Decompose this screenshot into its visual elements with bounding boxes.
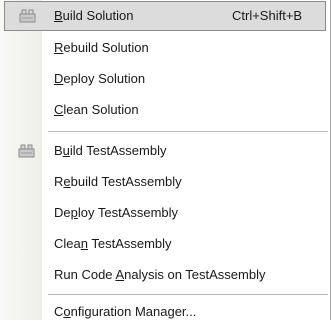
menu-item-label: Build Solution (54, 8, 134, 23)
menu-item-build-solution[interactable]: Build Solution Ctrl+Shift+B (4, 1, 326, 31)
menu-item-label: Clean Solution (54, 102, 139, 117)
build-menu: Build Solution Ctrl+Shift+B Rebuild Solu… (0, 0, 331, 320)
menu-item-label: Configuration Manager... (54, 304, 197, 319)
menu-item-rebuild-testassembly[interactable]: Rebuild TestAssembly (0, 167, 330, 197)
menu-item-clean-solution[interactable]: Clean Solution (0, 95, 330, 125)
menu-separator (48, 131, 328, 132)
menu-item-run-code-analysis[interactable]: Run Code Analysis on TestAssembly (0, 260, 330, 290)
menu-item-clean-testassembly[interactable]: Clean TestAssembly (0, 229, 330, 259)
menu-separator (48, 294, 328, 295)
menu-item-label: Run Code Analysis on TestAssembly (54, 267, 266, 282)
menu-item-label: Deploy TestAssembly (54, 205, 179, 220)
shortcut-text: Ctrl+Shift+B (232, 8, 303, 23)
menu-item-label: Rebuild Solution (54, 40, 149, 55)
build-solution-icon (19, 9, 36, 23)
menu-item-rebuild-solution[interactable]: Rebuild Solution (0, 33, 330, 63)
menu-item-configuration-manager[interactable]: Configuration Manager... (0, 297, 330, 327)
menu-item-build-testassembly[interactable]: Build TestAssembly (0, 136, 330, 166)
menu-item-label: Deploy Solution (54, 71, 146, 86)
menu-item-label: Rebuild TestAssembly (54, 174, 182, 189)
build-project-icon (18, 144, 35, 158)
menu-item-deploy-testassembly[interactable]: Deploy TestAssembly (0, 198, 330, 228)
menu-item-label: Clean TestAssembly (54, 236, 172, 251)
menu-item-label: Build TestAssembly (54, 143, 167, 158)
menu-item-deploy-solution[interactable]: Deploy Solution (0, 64, 330, 94)
